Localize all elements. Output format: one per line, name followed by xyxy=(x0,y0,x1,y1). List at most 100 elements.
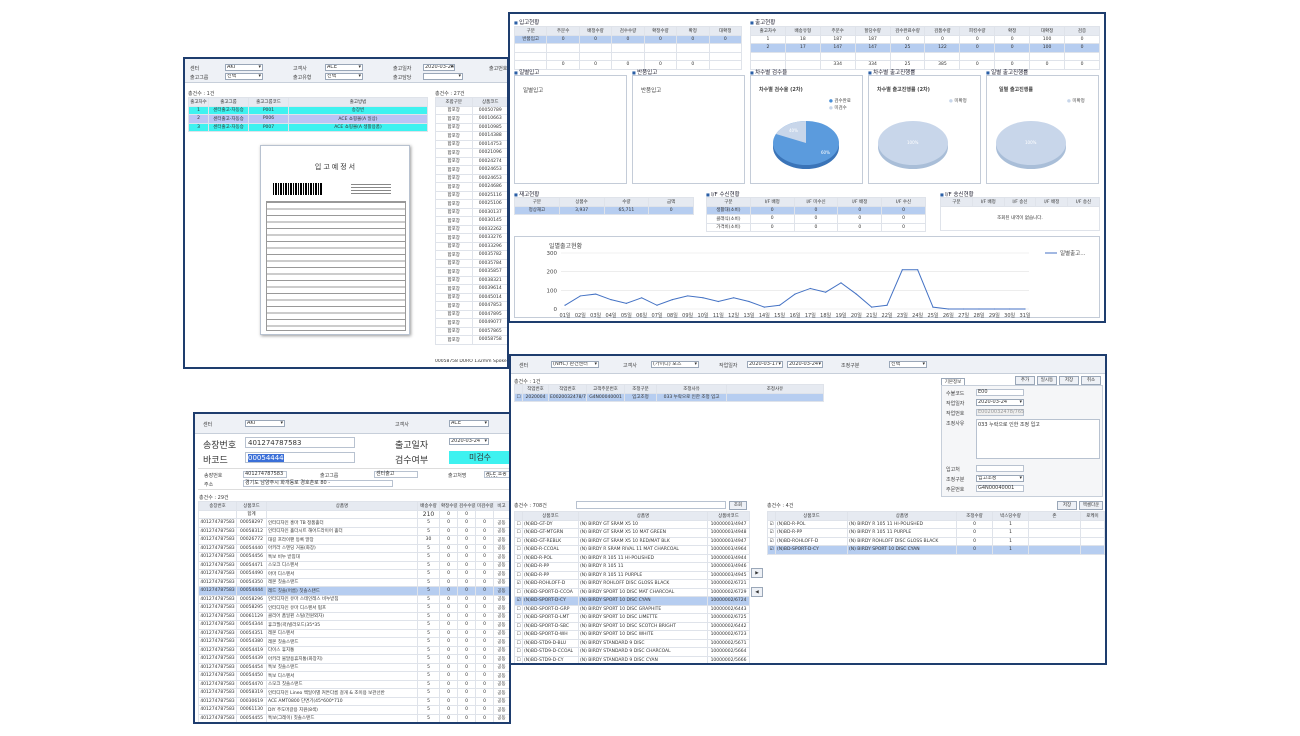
work-date-from[interactable]: 2020-03-17 xyxy=(747,361,783,368)
invoice-input[interactable]: 401274787583 xyxy=(245,437,355,448)
table-row[interactable]: 합포장 00014753 xyxy=(435,139,507,149)
work-date-input[interactable]: 2020-03-24 xyxy=(976,399,1024,406)
row-checkbox[interactable]: ☐ xyxy=(514,562,523,572)
inbound-location-input[interactable] xyxy=(976,465,1024,472)
group-select[interactable]: 선택 xyxy=(225,73,263,80)
row-checkbox[interactable]: ☐ xyxy=(514,613,523,623)
table-row[interactable]: 합포장 00021096 xyxy=(435,148,507,158)
adjust-type-select[interactable]: 선택 xyxy=(889,361,927,368)
table-row[interactable]: 합포장 00025116 xyxy=(435,190,507,200)
table-row[interactable]: 401274787583 00054439 아키라 물말용휴지통(화장지) 5 0 0 0 공… xyxy=(198,654,509,664)
temp-save-button[interactable]: 일시등 xyxy=(1037,376,1057,385)
row-checkbox[interactable]: ☐ xyxy=(514,638,523,648)
search-button[interactable]: 조회 xyxy=(729,501,747,510)
table-row[interactable]: 합포장 00047853 xyxy=(435,301,507,311)
row-checkbox[interactable]: ☑ xyxy=(767,519,776,529)
table-row[interactable]: 401274787583 00058312 인터디자인 홀더시트 해어드라이어 홀더… xyxy=(198,526,509,536)
table-row[interactable]: ☑ (N)BD-R-POL (N) BIRDY R 105 11 HI-POLISH… xyxy=(767,519,1105,529)
table-row[interactable]: 합포장 00024653 xyxy=(435,173,507,183)
center-select[interactable]: AKI xyxy=(245,420,285,427)
table-row[interactable]: 합포장 00057865 xyxy=(435,326,507,336)
row-checkbox[interactable]: ☐ xyxy=(514,553,523,563)
table-row[interactable]: ☐2020004E0020032478/765G4N00040001입고조정03… xyxy=(514,392,824,402)
table-row[interactable]: 합포장 00014388 xyxy=(435,131,507,141)
table-row[interactable]: ☐ (N)BD-STD9-D-BLU (N) BIRDY STANDARD 9 DI… xyxy=(514,638,750,648)
cancel-button[interactable]: 취소 xyxy=(1081,376,1101,385)
table-row[interactable]: 합포장 00035857 xyxy=(435,267,507,277)
table-row[interactable]: 401274787583 00030619 ACE AMT0800 단면기(45*6… xyxy=(198,696,509,706)
table-row[interactable]: 401274787583 00054419 다이스 휴지통 5 0 0 0 공동 xyxy=(198,645,509,655)
table-row[interactable]: 합포장 00035782 xyxy=(435,250,507,260)
row-checkbox[interactable]: ☐ xyxy=(514,519,523,529)
table-row[interactable]: 합포장 00030137 xyxy=(435,207,507,217)
table-row[interactable]: 401274787583 00054454 톡보 칫솔스탠드 5 0 0 0 공동 xyxy=(198,662,509,672)
table-row[interactable]: 401274787583 00054380 레몬 칫솔스탠드 5 0 0 0 공동 xyxy=(198,637,509,647)
table-row[interactable]: 합포장 00024274 xyxy=(435,156,507,166)
row-checkbox[interactable]: ☐ xyxy=(514,536,523,546)
center-select[interactable]: (NHC) 판건센터 xyxy=(551,361,599,368)
table-row[interactable]: 401274787583 00058295 인터디자인 유마 디스펜서 펌프 5 0 0 0… xyxy=(198,603,509,613)
table-row[interactable]: 401274787583 00026772 대길 프라이팬 등록 말장 30 0 0 0 공동 xyxy=(198,535,509,545)
order-no-input[interactable]: G4N00040001 xyxy=(976,485,1024,492)
table-row[interactable]: 401274787583 00054444 레드 칫솔(어름) 칫솔스탠드 5 0 0 0 공… xyxy=(198,586,509,596)
table-row[interactable]: 401274787583 00061130 DIY 주도머갈용 지원(8색) 5 0 0 0… xyxy=(198,705,509,715)
table-row[interactable]: 합포장 00058758 xyxy=(435,335,507,345)
table-row[interactable]: 1 센터출고-자동승 P001 송장번 xyxy=(188,105,428,115)
table-row[interactable]: 합포장 00033296 xyxy=(435,241,507,251)
table-row[interactable]: ☐ (N)BD-GT-REBLK (N) BIRDY GT SRAM X5 10 R… xyxy=(514,536,750,546)
row-checkbox[interactable]: ☑ xyxy=(514,579,523,589)
table-row[interactable]: 401274787583 00054490 아마 디스펜서 5 0 0 0 공동 xyxy=(198,569,509,579)
table-row[interactable]: 합포장 00010663 xyxy=(435,114,507,124)
table-row[interactable]: 합포장 00024653 xyxy=(435,165,507,175)
table-row[interactable]: 합포장 00038321 xyxy=(435,275,507,285)
reason-textarea[interactable]: 033 누락으로 인한 조정 입고 xyxy=(976,419,1100,459)
row-checkbox[interactable]: ☑ xyxy=(767,545,776,555)
table-row[interactable]: ☐ (N)BD-R-CCOAL (N) BIRDY R SRAM RIVAL 11 … xyxy=(514,545,750,555)
table-row[interactable]: ☐ (N)BD-SPORT-D-LMT (N) BIRDY SPORT 10 DIS… xyxy=(514,613,750,623)
table-row[interactable]: ☐ (N)BD-R-PP (N) BIRDY R 105 11 10000003/49… xyxy=(514,562,750,572)
row-checkbox[interactable]: ☐ xyxy=(514,604,523,614)
table-row[interactable]: ☐ (N)BD-STD9-D-CCOAL (N) BIRDY STANDARD 9 … xyxy=(514,647,750,657)
move-left-button[interactable]: ◀ xyxy=(751,587,763,597)
table-row[interactable]: 2 센터출고-자동승 P006 ACE 쇼핑몰(A 일상) xyxy=(188,114,428,124)
manager-input[interactable] xyxy=(423,73,463,80)
row-checkbox[interactable]: ☑ xyxy=(514,596,523,606)
table-row[interactable]: 401274787583 00054470 스모크 칫솔스탠드 5 0 0 0 공동 xyxy=(198,679,509,689)
table-row[interactable]: 401274787583 00054455 톡보(그레이) 칫솔스탠드 5 0 0 0 공동 xyxy=(198,713,509,722)
add-button[interactable]: 추가 xyxy=(1015,376,1035,385)
table-row[interactable]: ☑ (N)BD-SPORT-D-CY (N) BIRDY SPORT 10 DISC… xyxy=(767,545,1105,555)
type-select[interactable]: 선택 xyxy=(325,73,363,80)
outbound-date-input[interactable]: 2020-03-24 xyxy=(449,438,489,445)
customer-select[interactable]: (가이디) 포츠 xyxy=(651,361,699,368)
row-checkbox[interactable]: ☐ xyxy=(514,545,523,555)
barcode-input[interactable]: 00054444 xyxy=(245,452,355,463)
table-row[interactable]: ☑ (N)BD-ROHLOFF-D (N) BIRDY ROHLOFF DISC G… xyxy=(514,579,750,589)
row-checkbox[interactable]: ☐ xyxy=(514,621,523,631)
table-row[interactable]: 401274787583 00054471 스모크 디스펜서 5 0 0 0 공동 xyxy=(198,560,509,570)
date-input[interactable]: 2020-03-24 xyxy=(423,64,455,71)
table-row[interactable]: 401274787583 00054456 톡보 비누 받침대 5 0 0 0 공동 xyxy=(198,552,509,562)
row-checkbox[interactable]: ☑ xyxy=(767,528,776,538)
row-checkbox[interactable]: ☐ xyxy=(514,528,523,538)
table-row[interactable]: ☐ (N)BD-R-POL (N) BIRDY R 105 11 HI-POLISH… xyxy=(514,553,750,563)
table-row[interactable]: ☐ (N)BD-SPORT-D-GRP (N) BIRDY SPORT 10 DIS… xyxy=(514,604,750,614)
customer-select[interactable]: ACE xyxy=(449,420,489,427)
table-row[interactable]: ☐ (N)BD-SPORT-D-SBC (N) BIRDY SPORT 10 DIS… xyxy=(514,621,750,631)
table-row[interactable]: 401274787583 00058319 인터디자인 Lineo 백일이별 커튼다… xyxy=(198,688,509,698)
table-row[interactable]: 합포장 00049077 xyxy=(435,318,507,328)
save-button[interactable]: 저장 xyxy=(1059,376,1079,385)
table-row[interactable]: 합포장 00039614 xyxy=(435,284,507,294)
center-select[interactable]: AKI xyxy=(225,64,263,71)
table-row[interactable]: 401274787583 00054350 레몬 칫솔스탠드 5 0 0 0 공동 xyxy=(198,577,509,587)
save-list-button[interactable]: 저장 xyxy=(1057,501,1077,510)
table-row[interactable]: ☐ (N)BD-SPORT-D-WH (N) BIRDY SPORT 10 DISC… xyxy=(514,630,750,640)
table-row[interactable]: ☐ (N)BD-GT-DY (N) BIRDY GT SRAM X5 10 10000… xyxy=(514,519,750,529)
table-row[interactable]: ☐ (N)BD-SPORT-D-CCOA (N) BIRDY SPORT 10 DI… xyxy=(514,587,750,597)
work-date-to[interactable]: 2020-03-24 xyxy=(787,361,823,368)
adjust-type-field[interactable]: 입고조정 xyxy=(976,475,1024,482)
table-row[interactable]: 합포장 00033276 xyxy=(435,233,507,243)
table-row[interactable]: 합포장 00047895 xyxy=(435,309,507,319)
table-row[interactable]: 합포장 00050789 xyxy=(435,105,507,115)
product-search-input[interactable] xyxy=(576,501,726,509)
table-row[interactable]: ☑ (N)BD-SPORT-D-CY (N) BIRDY SPORT 10 DISC… xyxy=(514,596,750,606)
